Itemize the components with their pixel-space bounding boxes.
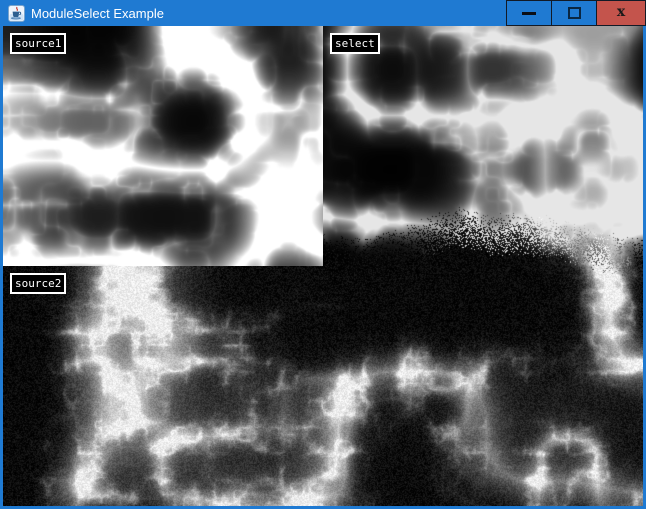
close-button[interactable]: x [596, 0, 646, 26]
source2-label: source2 [10, 273, 66, 294]
minimize-icon [522, 12, 536, 15]
java-app-icon [8, 5, 25, 22]
minimize-button[interactable] [506, 0, 551, 26]
source2-image [3, 266, 323, 506]
source1-label: source1 [10, 33, 66, 54]
window-controls: x [506, 0, 646, 26]
noise-render-area: source1 select source2 [3, 26, 643, 506]
close-icon: x [617, 5, 625, 19]
maximize-button[interactable] [551, 0, 596, 26]
app-window: ModuleSelect Example x source1 select so… [0, 0, 646, 509]
select-label: select [330, 33, 380, 54]
window-title: ModuleSelect Example [31, 6, 164, 21]
titlebar[interactable]: ModuleSelect Example x [0, 0, 646, 26]
source1-image [3, 26, 323, 266]
maximize-icon [568, 7, 581, 19]
